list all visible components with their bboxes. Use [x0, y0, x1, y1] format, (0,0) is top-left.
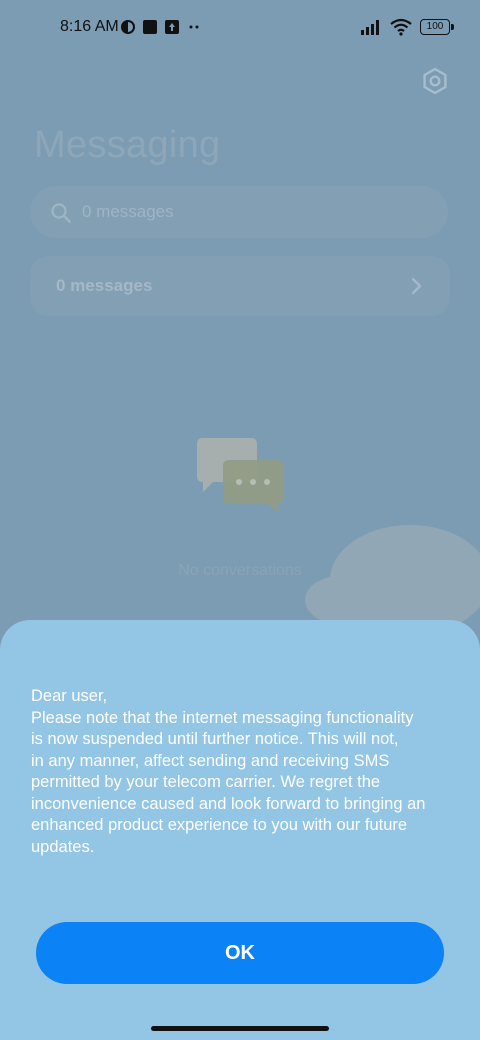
dialog-message-line: Dear user,: [31, 687, 108, 705]
dialog-message-line: inconvenience caused and look forward to…: [31, 794, 426, 813]
dialog-message: Dear user, Please note that the internet…: [31, 686, 461, 858]
dialog-message-line: in any manner, affect sending and receiv…: [31, 751, 390, 770]
status-left-icons: [120, 18, 202, 36]
signal-icon: [361, 20, 379, 35]
home-indicator[interactable]: [151, 1026, 329, 1031]
suspension-notice-dialog: Dear user, Please note that the internet…: [0, 620, 480, 1040]
search-icon: [51, 203, 71, 223]
page-title: Messaging: [34, 124, 221, 166]
messages-row-label: 0 messages: [56, 276, 153, 295]
messages-row[interactable]: 0 messages: [30, 256, 450, 316]
gear-icon: [423, 67, 447, 95]
chat-bubbles-icon: [197, 438, 283, 514]
upload-icon: [165, 20, 179, 34]
dialog-message-line: is now suspended until further notice. T…: [31, 730, 399, 748]
search-input[interactable]: 0 messages: [82, 202, 174, 222]
chevron-right-icon: [411, 277, 422, 295]
dialog-message-line: enhanced product experience to you with …: [31, 816, 408, 834]
square-icon: [143, 20, 157, 34]
dialog-message-line: updates.: [31, 837, 95, 856]
battery-icon: 100: [420, 19, 454, 35]
ok-button[interactable]: OK: [36, 922, 444, 984]
dialog-message-line: Please note that the internet messaging …: [31, 708, 414, 727]
status-bar: 8:16 AM 100: [0, 0, 480, 56]
status-time: 8:16 AM: [60, 18, 119, 35]
settings-button[interactable]: [420, 66, 450, 96]
vpn-icon: [121, 20, 135, 34]
search-bar[interactable]: 0 messages: [30, 186, 448, 238]
status-right-icons: 100: [360, 18, 454, 36]
dialog-message-line: permitted by your telecom carrier. We re…: [31, 773, 381, 791]
more-dots-icon: [189, 25, 199, 29]
wifi-icon: [390, 18, 412, 36]
